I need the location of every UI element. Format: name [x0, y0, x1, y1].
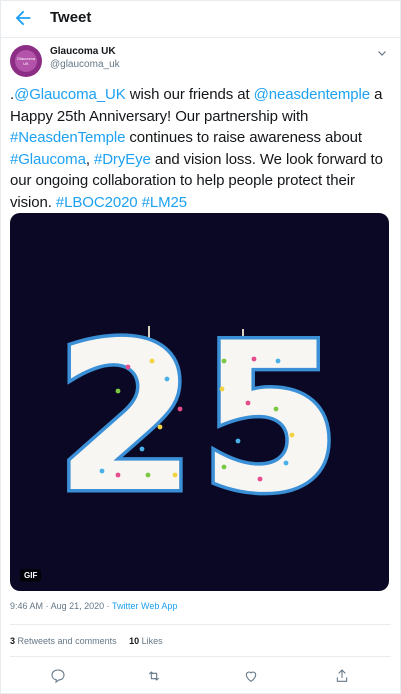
gif-frame-image: 25	[51, 297, 345, 542]
hashtag-link[interactable]: #LM25	[142, 194, 187, 211]
hashtag-link[interactable]: #LBOC2020	[56, 194, 138, 211]
tweet-text-segment: ,	[85, 150, 94, 168]
hashtag-link[interactable]: #NeasdenTemple	[10, 129, 125, 146]
likes-count: 10	[129, 636, 140, 646]
reply-icon[interactable]	[50, 668, 66, 684]
tweet-text: .@Glaucoma_UK wish our friends at @neasd…	[10, 84, 390, 213]
likes-label: Likes	[141, 636, 163, 646]
hashtag-link[interactable]: #DryEye	[94, 151, 151, 168]
tweet-stats: 3 Retweets and comments 10 Likes	[10, 636, 163, 646]
tweet-text-segment: continues to raise awareness about	[125, 129, 362, 146]
retweets-stat[interactable]: 3 Retweets and comments	[10, 636, 117, 646]
divider	[10, 624, 391, 625]
page-title: Tweet	[50, 9, 92, 26]
gif-badge: GIF	[20, 569, 42, 582]
tweet-source[interactable]: Twitter Web App	[112, 601, 177, 611]
tweet-date[interactable]: Aug 21, 2020	[51, 601, 105, 611]
likes-stat[interactable]: 10 Likes	[129, 636, 163, 646]
avatar-logo: Glaucoma UK	[15, 50, 37, 72]
divider	[10, 656, 391, 657]
chevron-down-icon[interactable]	[377, 48, 387, 58]
retweets-count: 3	[10, 636, 16, 646]
retweet-icon[interactable]	[146, 668, 162, 684]
mention-link[interactable]: @Glaucoma_UK	[14, 86, 126, 103]
share-icon[interactable]	[334, 668, 350, 684]
mention-link[interactable]: @neasdentemple	[254, 86, 371, 103]
tweet-time[interactable]: 9:46 AM	[10, 601, 43, 611]
avatar[interactable]: Glaucoma UK	[10, 45, 42, 77]
hashtag-link[interactable]: #Glaucoma	[10, 151, 86, 168]
retweets-label: Retweets and comments	[17, 636, 117, 646]
tweet-meta: 9:46 AM · Aug 21, 2020 · Twitter Web App	[10, 601, 178, 611]
like-icon[interactable]	[243, 668, 259, 684]
author-handle[interactable]: @glaucoma_uk	[50, 59, 120, 70]
back-arrow-icon[interactable]	[12, 7, 34, 29]
svg-text:25: 25	[54, 300, 343, 538]
tweet-media-gif[interactable]: 25 GIF	[10, 213, 389, 591]
page-header: Tweet	[0, 0, 400, 38]
author-name[interactable]: Glaucoma UK	[50, 46, 116, 57]
tweet-text-segment: wish our friends at	[125, 86, 254, 103]
action-bar	[0, 668, 400, 688]
